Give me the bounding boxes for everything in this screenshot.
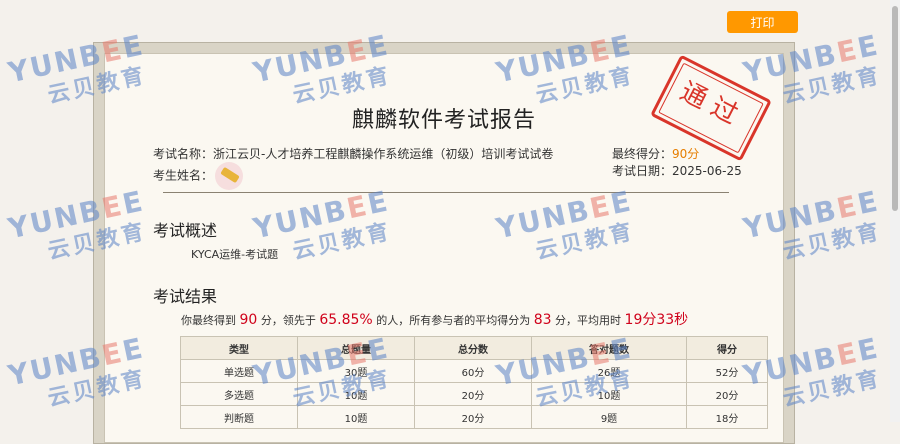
summary-percent: 65.85% — [319, 312, 373, 328]
header-divider — [163, 192, 729, 193]
table-cell: 9题 — [531, 405, 687, 429]
table-cell: 10题 — [531, 382, 687, 406]
summary-text: 你最终得到 — [181, 314, 236, 327]
tag-icon — [220, 166, 240, 184]
table-cell: 26题 — [531, 359, 687, 383]
exam-name-value: 浙江云贝-人才培养工程麒麟操作系统运维（初级）培训考试试卷 — [213, 147, 554, 161]
print-button[interactable]: 打印 — [727, 11, 798, 33]
examinee-row: 考生姓名： — [153, 162, 244, 190]
table-cell: 单选题 — [180, 359, 298, 383]
examinee-label: 考生姓名： — [153, 168, 214, 183]
results-heading: 考试结果 — [153, 287, 218, 306]
summary-text: 的人，所有参与者的平均得分为 — [376, 314, 531, 327]
column-header: 答对题数 — [531, 336, 687, 360]
column-header: 总分数 — [414, 336, 532, 360]
vertical-scrollbar[interactable] — [890, 0, 900, 422]
column-header: 类型 — [180, 336, 298, 360]
column-header: 得分 — [686, 336, 768, 360]
table-cell: 10题 — [297, 382, 415, 406]
table-cell: 判断题 — [180, 405, 298, 429]
final-score-value: 90分 — [672, 147, 700, 161]
summary-score: 90 — [239, 312, 258, 328]
exam-date-value: 2025-06-25 — [672, 164, 742, 178]
exam-date-label: 考试日期： — [612, 164, 673, 178]
exam-name-label: 考试名称： — [153, 147, 214, 161]
table-cell: 20分 — [414, 382, 532, 406]
table-cell: 52分 — [686, 359, 768, 383]
table-cell: 10题 — [297, 405, 415, 429]
summary-text: 分，平均用时 — [555, 314, 622, 327]
table-header-row: 类型 总题量 总分数 答对题数 得分 — [180, 336, 768, 360]
table-row: 单选题 30题 60分 26题 52分 — [180, 359, 768, 383]
exam-name-row: 考试名称：浙江云贝-人才培养工程麒麟操作系统运维（初级）培训考试试卷 — [153, 145, 553, 162]
final-score-row: 最终得分：90分 — [612, 145, 699, 162]
results-summary: 你最终得到 90 分，领先于 65.85% 的人，所有参与者的平均得分为 83 … — [181, 309, 688, 329]
table-cell: 18分 — [686, 405, 768, 429]
examinee-avatar — [215, 162, 244, 190]
table-row: 判断题 10题 20分 9题 18分 — [180, 405, 768, 429]
overview-heading: 考试概述 — [153, 221, 218, 240]
table-cell: 60分 — [414, 359, 532, 383]
overview-text: KYCA运维-考试题 — [191, 248, 279, 261]
table-cell: 多选题 — [180, 382, 298, 406]
summary-average: 83 — [533, 312, 552, 328]
table-cell: 20分 — [414, 405, 532, 429]
exam-date-row: 考试日期：2025-06-25 — [612, 162, 742, 179]
table-cell: 20分 — [686, 382, 768, 406]
table-row: 多选题 10题 20分 10题 20分 — [180, 382, 768, 406]
summary-text: 分，领先于 — [260, 314, 316, 327]
scrollbar-thumb[interactable] — [892, 6, 898, 211]
final-score-label: 最终得分： — [612, 147, 673, 161]
table-cell: 30题 — [297, 359, 415, 383]
column-header: 总题量 — [297, 336, 415, 360]
results-table: 类型 总题量 总分数 答对题数 得分 单选题 30题 60分 26题 52分 多… — [180, 336, 768, 429]
summary-time: 19分33秒 — [624, 312, 689, 328]
